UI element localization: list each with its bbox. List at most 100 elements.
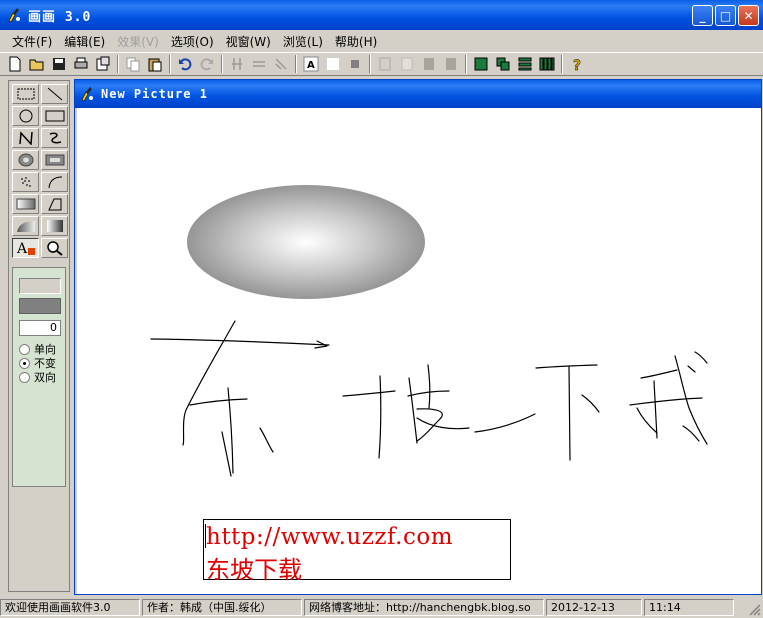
- foreground-swatch[interactable]: [19, 298, 61, 314]
- status-welcome: 欢迎使用画画软件3.0: [0, 599, 140, 616]
- text-style-icon: A: [303, 56, 319, 72]
- undo-button[interactable]: [174, 53, 196, 75]
- menu-browse[interactable]: 浏览(L): [277, 33, 329, 50]
- text-style-button[interactable]: A: [300, 53, 322, 75]
- frame3-button[interactable]: [418, 53, 440, 75]
- save-button[interactable]: [48, 53, 70, 75]
- text-box[interactable]: http://www.uzzf.com 东坡下载: [203, 519, 511, 584]
- minimize-icon: _: [699, 8, 706, 23]
- print-button[interactable]: [70, 53, 92, 75]
- layout-vertical-button[interactable]: [536, 53, 558, 75]
- maximize-icon: □: [719, 8, 732, 23]
- status-author: 作者：韩成（中国.绥化）: [142, 599, 302, 616]
- radio-button[interactable]: [19, 343, 30, 355]
- open-button[interactable]: [26, 53, 48, 75]
- layout-cascade-button[interactable]: [492, 53, 514, 75]
- layout-single-button[interactable]: [470, 53, 492, 75]
- arc-tool[interactable]: [41, 172, 68, 192]
- rectangle-tool[interactable]: [41, 106, 68, 126]
- menu-options[interactable]: 选项(O): [165, 33, 220, 50]
- new-file-button[interactable]: [4, 53, 26, 75]
- status-time: 11:14: [644, 599, 734, 616]
- polygon-tool[interactable]: [41, 194, 68, 214]
- paste-button[interactable]: [144, 53, 166, 75]
- app-icon: [8, 8, 20, 23]
- line-tool[interactable]: [41, 84, 68, 104]
- flip-vertical-icon: [232, 58, 242, 70]
- frame3-icon: [424, 58, 434, 70]
- properties-icon: [96, 56, 110, 71]
- copy-icon: [126, 57, 140, 72]
- svg-text:A: A: [16, 241, 28, 256]
- resize-grip-icon[interactable]: [747, 602, 761, 616]
- toolbar: A ?: [0, 52, 763, 76]
- filled-ellipse-tool[interactable]: [12, 150, 39, 170]
- freehand-tool[interactable]: [41, 128, 68, 148]
- toolbar-separator: [369, 55, 371, 73]
- drawing-canvas[interactable]: http://www.uzzf.com 东坡下载: [77, 108, 761, 594]
- radio-one-way[interactable]: 单向: [19, 342, 56, 356]
- redo-icon: [200, 58, 213, 71]
- flip-vertical-button[interactable]: [226, 53, 248, 75]
- gradient-rect-tool[interactable]: [12, 194, 39, 214]
- filled-rect-tool[interactable]: [41, 150, 68, 170]
- text-line-title: 东坡下载: [206, 556, 302, 584]
- layout-horizontal-button[interactable]: [514, 53, 536, 75]
- flip-horizontal-icon: [253, 61, 265, 67]
- gray-color-icon: [351, 60, 359, 68]
- toolbar-separator: [117, 55, 119, 73]
- document-title: New Picture 1: [101, 87, 208, 101]
- close-button[interactable]: ✕: [738, 5, 759, 26]
- frame2-button[interactable]: [396, 53, 418, 75]
- properties-button[interactable]: [92, 53, 114, 75]
- menu-effects[interactable]: 效果(V): [111, 33, 165, 50]
- toolbar-separator: [295, 55, 297, 73]
- maximize-button[interactable]: □: [715, 5, 736, 26]
- gradient-arc-tool[interactable]: [12, 216, 39, 236]
- flip-horizontal-button[interactable]: [248, 53, 270, 75]
- status-bar: 欢迎使用画画软件3.0 作者：韩成（中国.绥化） 网络博客地址：http://h…: [0, 597, 763, 618]
- frame4-icon: [446, 58, 456, 70]
- menu-bar: 文件(F) 编辑(E) 效果(V) 选项(O) 视窗(W) 浏览(L) 帮助(H…: [0, 31, 763, 51]
- undo-icon: [179, 58, 192, 71]
- minimize-button[interactable]: _: [692, 5, 713, 26]
- layout-cascade-icon: [496, 57, 510, 71]
- spray-tool[interactable]: [12, 172, 39, 192]
- document-window: New Picture 1 http://www.uzzf.com 东坡下载: [74, 79, 762, 595]
- radio-two-way[interactable]: 双向: [19, 370, 56, 384]
- paste-icon: [148, 58, 162, 72]
- copy-button[interactable]: [122, 53, 144, 75]
- white-color-icon: [327, 58, 339, 70]
- rect-select-tool[interactable]: [12, 84, 39, 104]
- rotate-button[interactable]: [270, 53, 292, 75]
- gradient-fill-tool[interactable]: [41, 216, 68, 236]
- line-width-field[interactable]: 0: [19, 320, 61, 336]
- gradient-ellipse: [187, 185, 425, 299]
- svg-text:?: ?: [573, 58, 581, 72]
- ellipse-tool[interactable]: [12, 106, 39, 126]
- document-title-bar[interactable]: New Picture 1: [75, 80, 761, 108]
- frame4-button[interactable]: [440, 53, 462, 75]
- document-icon: [81, 87, 93, 102]
- white-color-button[interactable]: [322, 53, 344, 75]
- menu-window[interactable]: 视窗(W): [220, 33, 277, 50]
- layout-single-icon: [474, 57, 488, 71]
- radio-button[interactable]: [19, 371, 30, 383]
- menu-edit[interactable]: 编辑(E): [58, 33, 111, 50]
- help-button[interactable]: ?: [566, 53, 588, 75]
- gray-color-button[interactable]: [344, 53, 366, 75]
- toolbar-separator: [561, 55, 563, 73]
- radio-button[interactable]: [19, 357, 30, 369]
- menu-file[interactable]: 文件(F): [6, 33, 58, 50]
- frame2-icon: [401, 57, 413, 71]
- frame1-button[interactable]: [374, 53, 396, 75]
- polyline-tool[interactable]: [12, 128, 39, 148]
- title-bar: 画画 3.0 _ □ ✕: [0, 0, 763, 30]
- background-swatch[interactable]: [19, 278, 61, 294]
- radio-unchanged[interactable]: 不变: [19, 356, 56, 370]
- text-tool[interactable]: A: [12, 238, 39, 258]
- help-icon: ?: [573, 58, 582, 72]
- menu-help[interactable]: 帮助(H): [329, 33, 383, 50]
- zoom-tool[interactable]: [41, 238, 68, 258]
- redo-button[interactable]: [196, 53, 218, 75]
